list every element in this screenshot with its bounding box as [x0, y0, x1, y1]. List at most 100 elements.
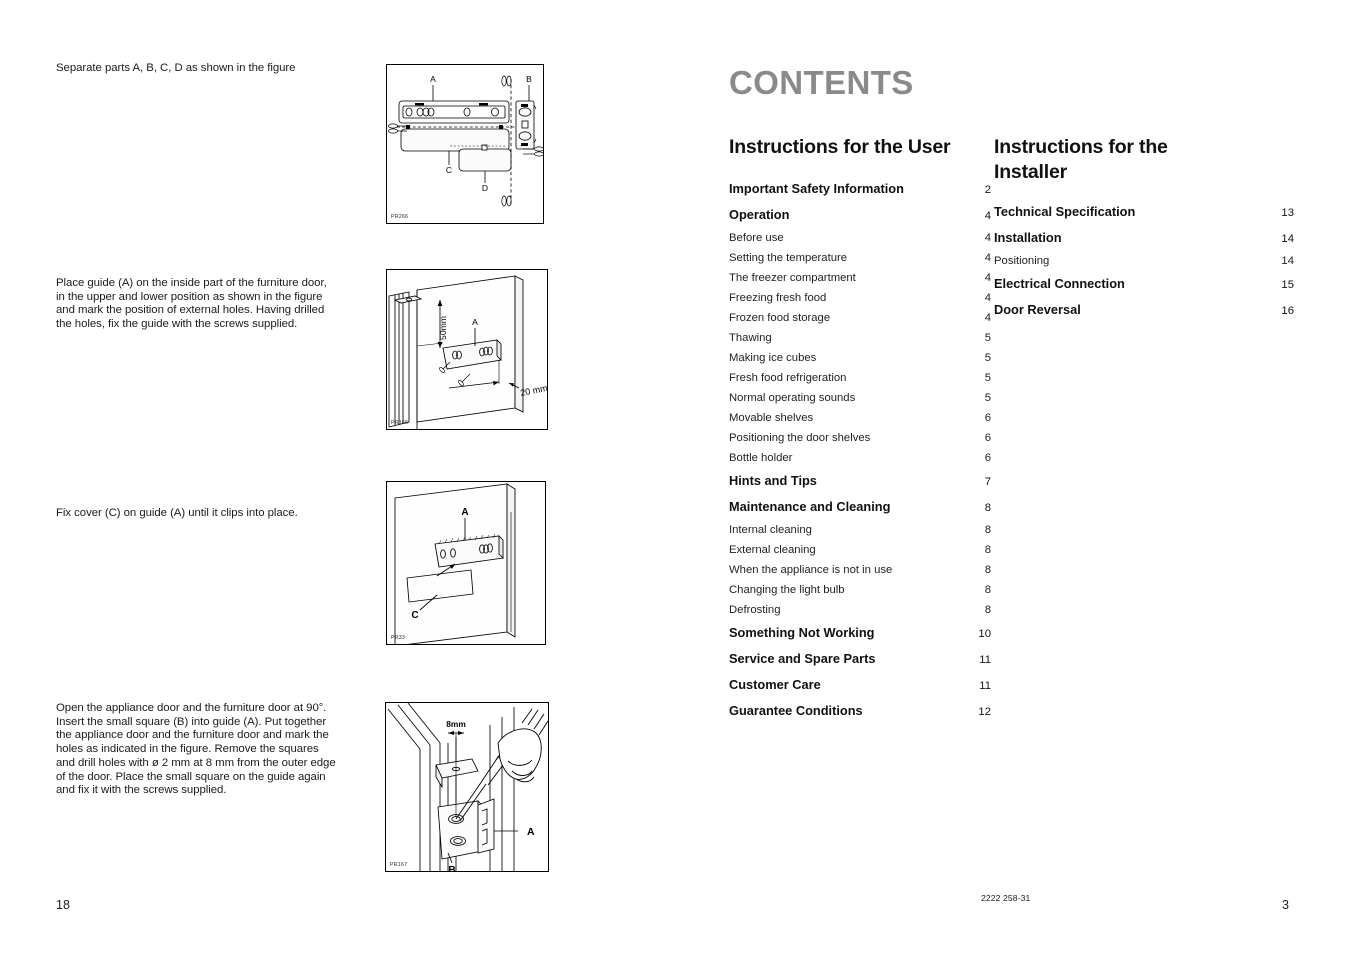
- toc-entry-label: Important Safety Information: [729, 181, 904, 196]
- toc-entry[interactable]: Bottle holder 6: [729, 448, 991, 468]
- toc-entry[interactable]: Installation 14: [994, 225, 1294, 251]
- figure-3-drawing: A C: [394, 483, 516, 644]
- figure-4-label-8mm: 8mm: [446, 719, 466, 729]
- toc-entry[interactable]: When the appliance is not in use 8: [729, 560, 991, 580]
- figure-fix-cover: A C PR33: [386, 481, 546, 645]
- instruction-text-step-3: Fix cover (C) on guide (A) until it clip…: [56, 507, 346, 521]
- toc-entry[interactable]: Electrical Connection 15: [994, 271, 1294, 297]
- toc-entry-label: Positioning: [994, 255, 1050, 267]
- toc-entry-label: Frozen food storage: [729, 312, 831, 324]
- toc-entry-label: Service and Spare Parts: [729, 651, 876, 666]
- toc-entry[interactable]: External cleaning 8: [729, 540, 991, 560]
- toc-entry-label: Maintenance and Cleaning: [729, 499, 891, 514]
- toc-entry-page: 4: [984, 210, 991, 222]
- figure-2-label-50mm: 50mm: [438, 316, 448, 340]
- toc-entry-page: 5: [984, 392, 991, 404]
- toc-entry-page: 11: [979, 680, 991, 692]
- toc-entry[interactable]: Normal operating sounds 5: [729, 388, 991, 408]
- figure-1-label-c: C: [446, 165, 452, 175]
- toc-entry[interactable]: Before use 4: [729, 228, 991, 248]
- toc-entry-page: 4: [984, 312, 991, 324]
- toc-entry[interactable]: The freezer compartment 4: [729, 268, 991, 288]
- toc-entry[interactable]: Service and Spare Parts 11: [729, 646, 991, 672]
- toc-entry-page: 8: [984, 604, 991, 616]
- figure-2-drawing: 50mm A 20 mm: [388, 275, 548, 429]
- figure-4-drawing: 8mm A B: [387, 703, 548, 871]
- figure-door-square: 8mm A B PR167: [385, 702, 549, 872]
- toc-entry-page: 5: [984, 372, 991, 384]
- toc-entry-page: 11: [979, 654, 991, 666]
- toc-entry-label: Setting the temperature: [729, 252, 848, 264]
- step-3-paragraph: Fix cover (C) on guide (A) until it clip…: [56, 507, 298, 519]
- figure-2-code: PR166: [391, 420, 409, 426]
- toc-entry[interactable]: Technical Specification 13: [994, 199, 1294, 225]
- toc-entry[interactable]: Freezing fresh food 4: [729, 288, 991, 308]
- toc-entry-label: Customer Care: [729, 677, 821, 692]
- toc-entry-label: Technical Specification: [994, 204, 1136, 219]
- toc-entry-page: 5: [984, 352, 991, 364]
- toc-list-user: Important Safety Information 2 Operation…: [729, 176, 991, 724]
- toc-entry-label: When the appliance is not in use: [729, 564, 893, 576]
- toc-entry-page: 7: [984, 476, 991, 488]
- toc-entry-page: 16: [1281, 305, 1294, 317]
- toc-heading-installer: Instructions for the Installer: [994, 136, 1168, 183]
- toc-entry[interactable]: Thawing 5: [729, 328, 991, 348]
- toc-entry-label: Something Not Working: [729, 625, 875, 640]
- toc-entry[interactable]: Guarantee Conditions 12: [729, 698, 991, 724]
- toc-entry[interactable]: Changing the light bulb 8: [729, 580, 991, 600]
- figure-separate-parts: A B C D PR266: [386, 64, 544, 224]
- figure-2-label-a: A: [472, 317, 478, 327]
- toc-entry-label: Hints and Tips: [729, 473, 817, 488]
- toc-column-installer: Instructions for the Installer Technical…: [994, 135, 1294, 323]
- toc-entry-page: 8: [984, 524, 991, 536]
- toc-entry[interactable]: Hints and Tips 7: [729, 468, 991, 494]
- figure-2-label-20mm: 20 mm: [519, 383, 548, 398]
- toc-entry[interactable]: Important Safety Information 2: [729, 176, 991, 202]
- toc-entry[interactable]: Maintenance and Cleaning 8: [729, 494, 991, 520]
- toc-entry-label: Door Reversal: [994, 302, 1081, 317]
- toc-entry-page: 4: [984, 272, 991, 284]
- instruction-text-step-4: Open the appliance door and the furnitur…: [56, 702, 338, 798]
- toc-entry-label: Before use: [729, 232, 784, 244]
- toc-entry-label: Movable shelves: [729, 412, 814, 424]
- toc-entry[interactable]: Setting the temperature 4: [729, 248, 991, 268]
- toc-entry-page: 8: [984, 502, 991, 514]
- toc-entry[interactable]: Operation 4: [729, 202, 991, 228]
- toc-entry-label: The freezer compartment: [729, 272, 856, 284]
- toc-entry-label: Operation: [729, 207, 790, 222]
- toc-entry-page: 14: [1281, 233, 1294, 245]
- right-page-number: 3: [1282, 898, 1289, 912]
- toc-entry-page: 13: [1281, 207, 1294, 219]
- toc-entry-label: Fresh food refrigeration: [729, 372, 847, 384]
- toc-entry[interactable]: Positioning the door shelves 6: [729, 428, 991, 448]
- toc-entry-page: 6: [984, 412, 991, 424]
- toc-entry-label: Freezing fresh food: [729, 292, 827, 304]
- toc-entry[interactable]: Door Reversal 16: [994, 297, 1294, 323]
- toc-entry-label: Electrical Connection: [994, 276, 1125, 291]
- toc-entry-page: 8: [984, 564, 991, 576]
- toc-entry[interactable]: Something Not Working 10: [729, 620, 991, 646]
- figure-3-code: PR33: [391, 635, 406, 641]
- toc-entry[interactable]: Internal cleaning 8: [729, 520, 991, 540]
- toc-entry[interactable]: Frozen food storage 4: [729, 308, 991, 328]
- toc-entry[interactable]: Defrosting 8: [729, 600, 991, 620]
- toc-entry[interactable]: Movable shelves 6: [729, 408, 991, 428]
- toc-entry-label: Positioning the door shelves: [729, 432, 871, 444]
- toc-entry-page: 4: [984, 292, 991, 304]
- left-page-number: 18: [56, 898, 70, 912]
- figure-1-label-a: A: [430, 74, 436, 84]
- left-page: Separate parts A, B, C, D as shown in th…: [0, 0, 675, 954]
- step-4-paragraph: Open the appliance door and the furnitur…: [56, 702, 336, 797]
- toc-entry-page: 15: [1281, 279, 1294, 291]
- toc-entry-page: 8: [984, 584, 991, 596]
- page-title: CONTENTS: [729, 64, 914, 101]
- figure-1-label-b: B: [526, 74, 532, 84]
- toc-entry-label: External cleaning: [729, 544, 816, 556]
- toc-entry[interactable]: Making ice cubes 5: [729, 348, 991, 368]
- toc-entry-label: Installation: [994, 230, 1062, 245]
- toc-entry-label: Defrosting: [729, 604, 781, 616]
- toc-entry[interactable]: Customer Care 11: [729, 672, 991, 698]
- toc-entry-label: Internal cleaning: [729, 524, 812, 536]
- toc-entry[interactable]: Fresh food refrigeration 5: [729, 368, 991, 388]
- toc-entry[interactable]: Positioning 14: [994, 251, 1294, 271]
